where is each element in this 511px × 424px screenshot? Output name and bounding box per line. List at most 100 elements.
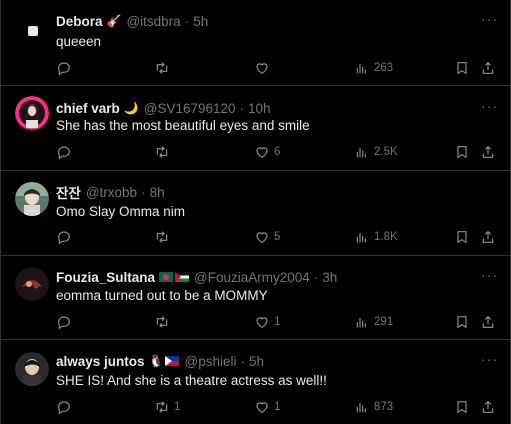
- avatar[interactable]: [15, 96, 49, 130]
- philippines-flag-icon: [165, 356, 180, 366]
- tweet[interactable]: Fouzia_Sultana @FouziaArmy2004 · 3h ··· …: [1, 256, 511, 340]
- views-button[interactable]: 2.5K: [354, 144, 398, 160]
- view-count: 873: [374, 401, 394, 413]
- more-options-icon[interactable]: ···: [481, 268, 498, 282]
- bookmark-icon: [457, 231, 467, 244]
- action-bar: 6 2.5K: [56, 144, 501, 164]
- views-button[interactable]: 1.8K: [354, 229, 398, 245]
- user-handle[interactable]: @pshieli: [184, 354, 236, 369]
- heart-icon: [256, 317, 268, 328]
- palestine-flag-icon: [175, 272, 190, 282]
- bangladesh-flag-icon: [159, 272, 174, 282]
- bookmark-button[interactable]: [454, 144, 470, 160]
- timestamp[interactable]: 3h: [322, 270, 337, 285]
- tweet[interactable]: chief varb 🌙 @SV16796120 · 10h ··· She h…: [1, 86, 511, 171]
- tweet[interactable]: 잔잔 @trxobb · 8h Omo Slay Omma nim 5 1.8K: [1, 171, 511, 256]
- tweet-text: SHE IS! And she is a theatre actress as …: [56, 373, 327, 388]
- bookmark-button[interactable]: [454, 314, 470, 330]
- like-button[interactable]: 6: [254, 144, 280, 160]
- views-button[interactable]: 291: [354, 314, 393, 330]
- separator-dot: ·: [239, 100, 245, 116]
- user-handle[interactable]: @itsdbra: [126, 14, 180, 29]
- guitar-emoji: 🎸: [106, 14, 122, 28]
- repost-count: 1: [174, 401, 181, 413]
- tweet-text: She has the most beautiful eyes and smil…: [56, 118, 310, 133]
- timestamp[interactable]: 10h: [248, 101, 271, 116]
- penguin-icon: 🐧: [148, 354, 164, 368]
- action-bar: 263: [56, 60, 501, 80]
- like-count: 6: [274, 146, 281, 158]
- avatar[interactable]: [15, 14, 49, 48]
- separator-dot: ·: [240, 353, 245, 369]
- like-button[interactable]: 1: [254, 399, 280, 415]
- bookmark-button[interactable]: [454, 229, 470, 245]
- repost-icon: [156, 401, 168, 413]
- view-count: 2.5K: [374, 146, 398, 158]
- more-options-icon[interactable]: ···: [481, 99, 498, 113]
- action-bar: 1 1 873: [56, 399, 501, 419]
- reply-button[interactable]: [56, 60, 76, 76]
- more-options-icon[interactable]: ···: [481, 352, 498, 366]
- user-handle[interactable]: @trxobb: [86, 185, 137, 200]
- reply-button[interactable]: [56, 399, 76, 415]
- views-button[interactable]: 873: [354, 399, 393, 415]
- penguin-emoji: 🐧: [149, 354, 180, 368]
- separator-dot: ·: [313, 269, 319, 285]
- bookmark-button[interactable]: [454, 60, 470, 76]
- tweet[interactable]: always juntos 🐧 @pshieli · 5h ··· SHE IS…: [1, 340, 511, 424]
- repost-button[interactable]: 1: [154, 399, 180, 415]
- timestamp[interactable]: 8h: [150, 185, 165, 200]
- share-button[interactable]: [480, 60, 496, 76]
- display-name[interactable]: Debora: [56, 14, 103, 29]
- tweet-header: Fouzia_Sultana @FouziaArmy2004 · 3h: [56, 268, 337, 286]
- like-button[interactable]: 5: [254, 229, 280, 245]
- share-button[interactable]: [480, 399, 496, 415]
- repost-button[interactable]: [154, 144, 174, 160]
- views-icon: [356, 233, 366, 243]
- bookmark-icon: [457, 401, 467, 414]
- view-count: 291: [374, 316, 394, 328]
- avatar[interactable]: [15, 182, 49, 216]
- display-name[interactable]: always juntos: [56, 354, 145, 369]
- views-icon: [356, 318, 366, 328]
- share-icon: [482, 315, 494, 328]
- avatar[interactable]: [15, 352, 49, 386]
- display-name[interactable]: 잔잔: [56, 182, 81, 202]
- share-icon: [482, 145, 494, 158]
- user-handle[interactable]: @FouziaArmy2004: [194, 270, 310, 285]
- avatar[interactable]: [15, 267, 49, 301]
- repost-button[interactable]: [154, 60, 174, 76]
- reply-button[interactable]: [56, 229, 76, 245]
- separator-dot: ·: [141, 184, 146, 200]
- like-button[interactable]: [254, 60, 274, 76]
- bookmark-button[interactable]: [454, 399, 470, 415]
- repost-icon: [156, 146, 168, 158]
- views-button[interactable]: 263: [354, 60, 393, 76]
- user-handle[interactable]: @SV16796120: [144, 101, 236, 116]
- share-icon: [482, 230, 494, 243]
- repost-button[interactable]: [154, 229, 174, 245]
- tweet[interactable]: Debora 🎸 @itsdbra · 5h ··· queeen 263: [1, 0, 511, 86]
- reply-button[interactable]: [56, 314, 76, 330]
- action-bar: 1 291: [56, 314, 501, 334]
- view-count: 1.8K: [374, 231, 398, 243]
- display-name[interactable]: chief varb: [56, 101, 120, 116]
- share-button[interactable]: [480, 144, 496, 160]
- share-icon: [482, 61, 494, 74]
- like-button[interactable]: 1: [254, 314, 280, 330]
- heart-icon: [256, 402, 268, 413]
- display-name[interactable]: Fouzia_Sultana: [56, 270, 155, 285]
- repost-button[interactable]: [154, 314, 174, 330]
- views-icon: [356, 403, 366, 413]
- reply-button[interactable]: [56, 144, 76, 160]
- separator-dot: ·: [184, 13, 190, 29]
- views-icon: [356, 64, 366, 74]
- timestamp[interactable]: 5h: [249, 354, 264, 369]
- share-button[interactable]: [480, 229, 496, 245]
- like-count: 1: [274, 401, 281, 413]
- timestamp[interactable]: 5h: [193, 14, 208, 29]
- reply-icon: [58, 316, 70, 330]
- more-options-icon[interactable]: ···: [481, 12, 498, 26]
- share-button[interactable]: [480, 314, 496, 330]
- reply-icon: [58, 401, 70, 415]
